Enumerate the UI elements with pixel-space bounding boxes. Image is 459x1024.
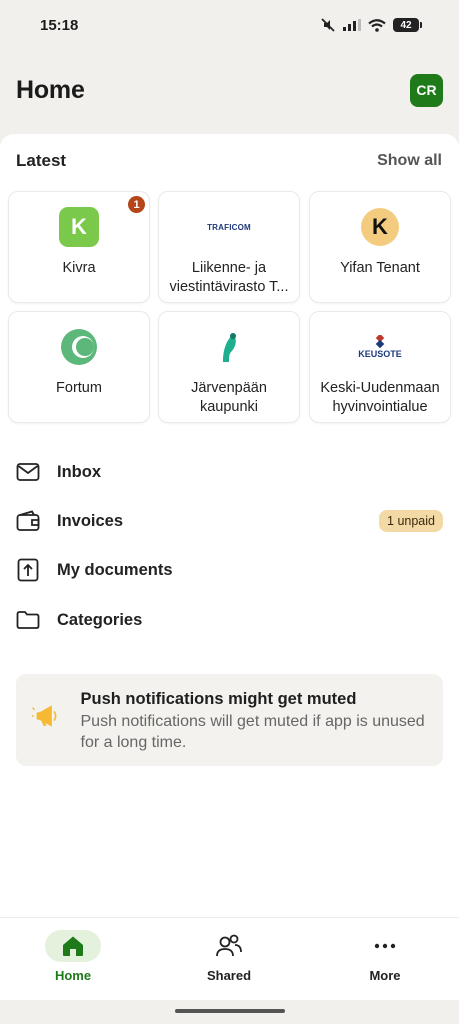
upload-document-icon bbox=[16, 558, 40, 582]
keusote-emblem bbox=[375, 335, 385, 349]
tile-label: Fortum bbox=[56, 380, 102, 396]
status-bar: 15:18 42 bbox=[0, 0, 459, 50]
keusote-logo-text: KEUSOTE bbox=[358, 349, 402, 359]
tile-label: Liikenne- ja viestintävirasto T... bbox=[169, 260, 289, 295]
shared-tab-pill bbox=[201, 930, 257, 962]
megaphone-icon bbox=[32, 705, 57, 727]
unread-badge: 1 bbox=[128, 196, 145, 213]
notice-title: Push notifications might get muted bbox=[80, 690, 357, 708]
avatar[interactable]: CR bbox=[410, 73, 443, 107]
more-tab-pill bbox=[357, 930, 413, 962]
nav-inbox[interactable]: Inbox bbox=[16, 457, 443, 487]
home-indicator[interactable] bbox=[175, 1009, 285, 1013]
sender-tile-yifan-tenant[interactable]: K Yifan Tenant bbox=[309, 191, 451, 303]
nav-invoices[interactable]: Invoices 1 unpaid bbox=[16, 506, 443, 536]
home-tab-pill bbox=[45, 930, 101, 962]
latest-title: Latest bbox=[16, 151, 67, 170]
status-time: 15:18 bbox=[40, 16, 79, 34]
nav-invoices-label: Invoices bbox=[57, 511, 124, 530]
sender-tile-jarvenpaa[interactable]: Järvenpään kaupunki bbox=[158, 311, 300, 423]
push-notification-notice[interactable]: Push notifications might get muted Push … bbox=[16, 674, 443, 766]
notice-text: Push notifications might get muted Push … bbox=[81, 690, 428, 753]
show-all-button[interactable]: Show all bbox=[377, 152, 442, 170]
tab-shared[interactable]: Shared bbox=[179, 930, 279, 983]
kivra-logo: K bbox=[59, 207, 99, 247]
mute-icon bbox=[321, 18, 335, 32]
header: Home CR bbox=[0, 60, 459, 120]
sender-tile-traficom[interactable]: TRAFICOM Liikenne- ja viestintävirasto T… bbox=[158, 191, 300, 303]
signal-icon bbox=[343, 19, 361, 31]
tab-more[interactable]: More bbox=[335, 930, 435, 983]
notice-body: Push notifications will get muted if app… bbox=[80, 713, 425, 751]
yifan-tenant-logo: K bbox=[361, 208, 399, 246]
tile-label: Keski-Uudenmaan hyvinvointialue bbox=[320, 380, 440, 415]
nav-my-documents-label: My documents bbox=[57, 560, 173, 579]
fortum-logo bbox=[61, 329, 97, 365]
status-icons: 42 bbox=[320, 17, 422, 33]
home-icon bbox=[63, 936, 83, 956]
sender-tile-fortum[interactable]: Fortum bbox=[8, 311, 150, 423]
sender-tile-kivra[interactable]: K 1 Kivra bbox=[8, 191, 150, 303]
tab-more-label: More bbox=[369, 968, 401, 983]
sender-tile-keusote[interactable]: KEUSOTE Keski-Uudenmaan hyvinvointialue bbox=[309, 311, 451, 423]
nav-my-documents[interactable]: My documents bbox=[16, 555, 443, 585]
envelope-icon bbox=[16, 460, 40, 484]
bottom-navigation: Home Shared More bbox=[0, 917, 459, 1000]
unpaid-badge: 1 unpaid bbox=[379, 510, 443, 532]
tab-shared-label: Shared bbox=[206, 968, 252, 983]
page-title: Home bbox=[16, 75, 85, 104]
keusote-logo: KEUSOTE bbox=[358, 335, 402, 359]
folder-icon bbox=[16, 608, 40, 632]
tab-home[interactable]: Home bbox=[23, 930, 123, 983]
wifi-icon bbox=[368, 18, 386, 32]
people-icon bbox=[216, 934, 242, 957]
more-dots-icon bbox=[374, 943, 396, 949]
tile-label: Kivra bbox=[62, 260, 96, 276]
home-indicator-area bbox=[0, 1000, 459, 1024]
tile-label: Yifan Tenant bbox=[340, 260, 420, 276]
latest-header: Latest Show all bbox=[16, 150, 442, 172]
main-content: Latest Show all K 1 Kivra TRAFICOM Liike… bbox=[0, 134, 459, 918]
nav-categories[interactable]: Categories bbox=[16, 605, 443, 635]
nav-categories-label: Categories bbox=[57, 610, 143, 629]
tab-home-label: Home bbox=[54, 968, 92, 983]
jarvenpaa-logo bbox=[223, 333, 236, 362]
wallet-icon bbox=[16, 509, 40, 533]
tile-label: Järvenpään kaupunki bbox=[191, 380, 267, 415]
traficom-logo: TRAFICOM bbox=[207, 222, 251, 232]
nav-inbox-label: Inbox bbox=[57, 462, 101, 481]
battery-icon: 42 bbox=[393, 18, 422, 32]
